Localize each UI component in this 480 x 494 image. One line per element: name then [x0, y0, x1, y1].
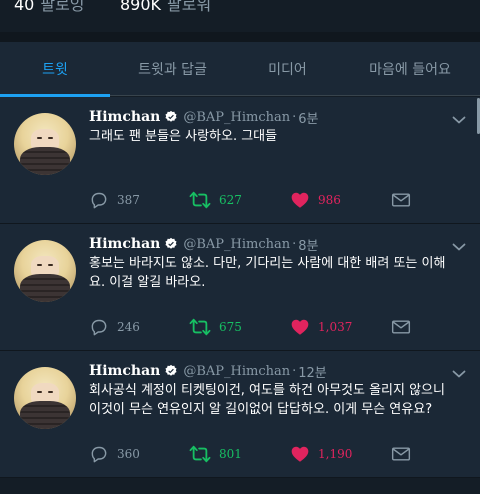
- chevron-down-icon[interactable]: [452, 115, 466, 125]
- reply-count: 246: [117, 320, 140, 334]
- separator: ·: [292, 236, 297, 252]
- timestamp[interactable]: 12분: [298, 362, 327, 381]
- tweet-timeline: Himchan @BAP_Himchan · 6분 그래도 팬 분들은 사랑하오…: [0, 97, 480, 478]
- tweet-header: Himchan @BAP_Himchan · 12분: [89, 361, 327, 381]
- separator: ·: [292, 363, 297, 379]
- tab-media[interactable]: 미디어: [235, 42, 340, 96]
- chevron-down-icon[interactable]: [452, 242, 466, 252]
- tweet-actions: 387 627 986: [0, 189, 480, 211]
- tab-label: 마음에 들어요: [369, 62, 451, 78]
- reply-count: 387: [117, 193, 140, 207]
- like-count: 1,190: [318, 447, 353, 461]
- tweet[interactable]: Himchan @BAP_Himchan · 8분 홍보는 바라지도 않소. 다…: [0, 224, 480, 351]
- avatar[interactable]: [14, 113, 76, 175]
- verified-badge-icon: [165, 237, 177, 249]
- tweet-text: 그래도 팬 분들은 사랑하오. 그대들: [89, 129, 278, 144]
- avatar[interactable]: [14, 240, 76, 302]
- tweet[interactable]: Himchan @BAP_Himchan · 12분 회사공식 계정이 티켓팅이…: [0, 351, 480, 478]
- profile-tabs: 트윗 트윗과 답글 미디어 마음에 들어요: [0, 42, 480, 97]
- following-stat[interactable]: 40 팔로잉: [14, 0, 85, 15]
- tab-label: 트윗: [42, 62, 68, 78]
- retweet-icon: [189, 318, 211, 336]
- tab-tweets[interactable]: 트윗: [0, 42, 110, 97]
- envelope-icon: [391, 193, 411, 207]
- direct-message-button[interactable]: [391, 443, 411, 465]
- tab-label: 트윗과 답글: [138, 62, 207, 78]
- envelope-icon: [391, 447, 411, 461]
- tweet-actions: 246 675 1,037: [0, 316, 480, 338]
- reply-button[interactable]: 387: [89, 189, 140, 211]
- reply-button[interactable]: 246: [89, 316, 140, 338]
- profile-stats: 40 팔로잉 890K 팔로워: [0, 0, 480, 32]
- followers-label: 팔로워: [167, 0, 212, 14]
- reply-icon: [91, 319, 107, 336]
- followers-stat[interactable]: 890K 팔로워: [120, 0, 211, 15]
- retweet-button[interactable]: 801: [189, 443, 242, 465]
- reply-icon: [91, 192, 107, 209]
- verified-badge-icon: [165, 364, 177, 376]
- like-count: 986: [318, 193, 341, 207]
- retweet-button[interactable]: 675: [189, 316, 242, 338]
- separator: ·: [292, 109, 297, 125]
- retweet-icon: [189, 191, 211, 209]
- retweet-count: 801: [219, 447, 242, 461]
- tab-label: 미디어: [268, 62, 307, 78]
- reply-button[interactable]: 360: [89, 443, 140, 465]
- reply-count: 360: [117, 447, 140, 461]
- avatar[interactable]: [14, 367, 76, 429]
- heart-icon: [291, 192, 309, 208]
- tab-likes[interactable]: 마음에 들어요: [340, 42, 480, 96]
- tweet-text: 회사공식 계정이 티켓팅이건, 여도를 하건 아무것도 올리지 않으니 이것이 …: [89, 383, 445, 417]
- followers-count: 890K: [120, 0, 162, 14]
- heart-icon: [291, 319, 309, 335]
- envelope-icon: [391, 320, 411, 334]
- chevron-down-icon[interactable]: [452, 369, 466, 379]
- following-label: 팔로잉: [40, 0, 85, 14]
- section-divider: [0, 32, 480, 42]
- direct-message-button[interactable]: [391, 189, 411, 211]
- like-count: 1,037: [318, 320, 353, 334]
- like-button[interactable]: 986: [290, 189, 341, 211]
- verified-badge-icon: [165, 110, 177, 122]
- like-button[interactable]: 1,037: [290, 316, 352, 338]
- retweet-count: 627: [219, 193, 242, 207]
- tweet-actions: 360 801 1,190: [0, 443, 480, 465]
- timestamp[interactable]: 6분: [298, 108, 318, 127]
- display-name[interactable]: Himchan: [89, 236, 160, 252]
- display-name[interactable]: Himchan: [89, 363, 160, 379]
- retweet-count: 675: [219, 320, 242, 334]
- display-name[interactable]: Himchan: [89, 109, 160, 125]
- tweet-header: Himchan @BAP_Himchan · 6분: [89, 107, 318, 127]
- retweet-icon: [189, 445, 211, 463]
- reply-icon: [91, 446, 107, 463]
- user-handle[interactable]: @BAP_Himchan: [183, 110, 290, 125]
- tweet-text: 홍보는 바라지도 않소. 다만, 기다리는 사람에 대한 배려 또는 이해요. …: [89, 256, 446, 290]
- heart-icon: [291, 446, 309, 462]
- direct-message-button[interactable]: [391, 316, 411, 338]
- tweet-header: Himchan @BAP_Himchan · 8분: [89, 234, 318, 254]
- user-handle[interactable]: @BAP_Himchan: [183, 237, 290, 252]
- retweet-button[interactable]: 627: [189, 189, 242, 211]
- user-handle[interactable]: @BAP_Himchan: [183, 364, 290, 379]
- following-count: 40: [14, 0, 35, 14]
- tab-tweets-and-replies[interactable]: 트윗과 답글: [110, 42, 235, 96]
- timestamp[interactable]: 8분: [298, 235, 318, 254]
- tweet[interactable]: Himchan @BAP_Himchan · 6분 그래도 팬 분들은 사랑하오…: [0, 97, 480, 224]
- like-button[interactable]: 1,190: [290, 443, 352, 465]
